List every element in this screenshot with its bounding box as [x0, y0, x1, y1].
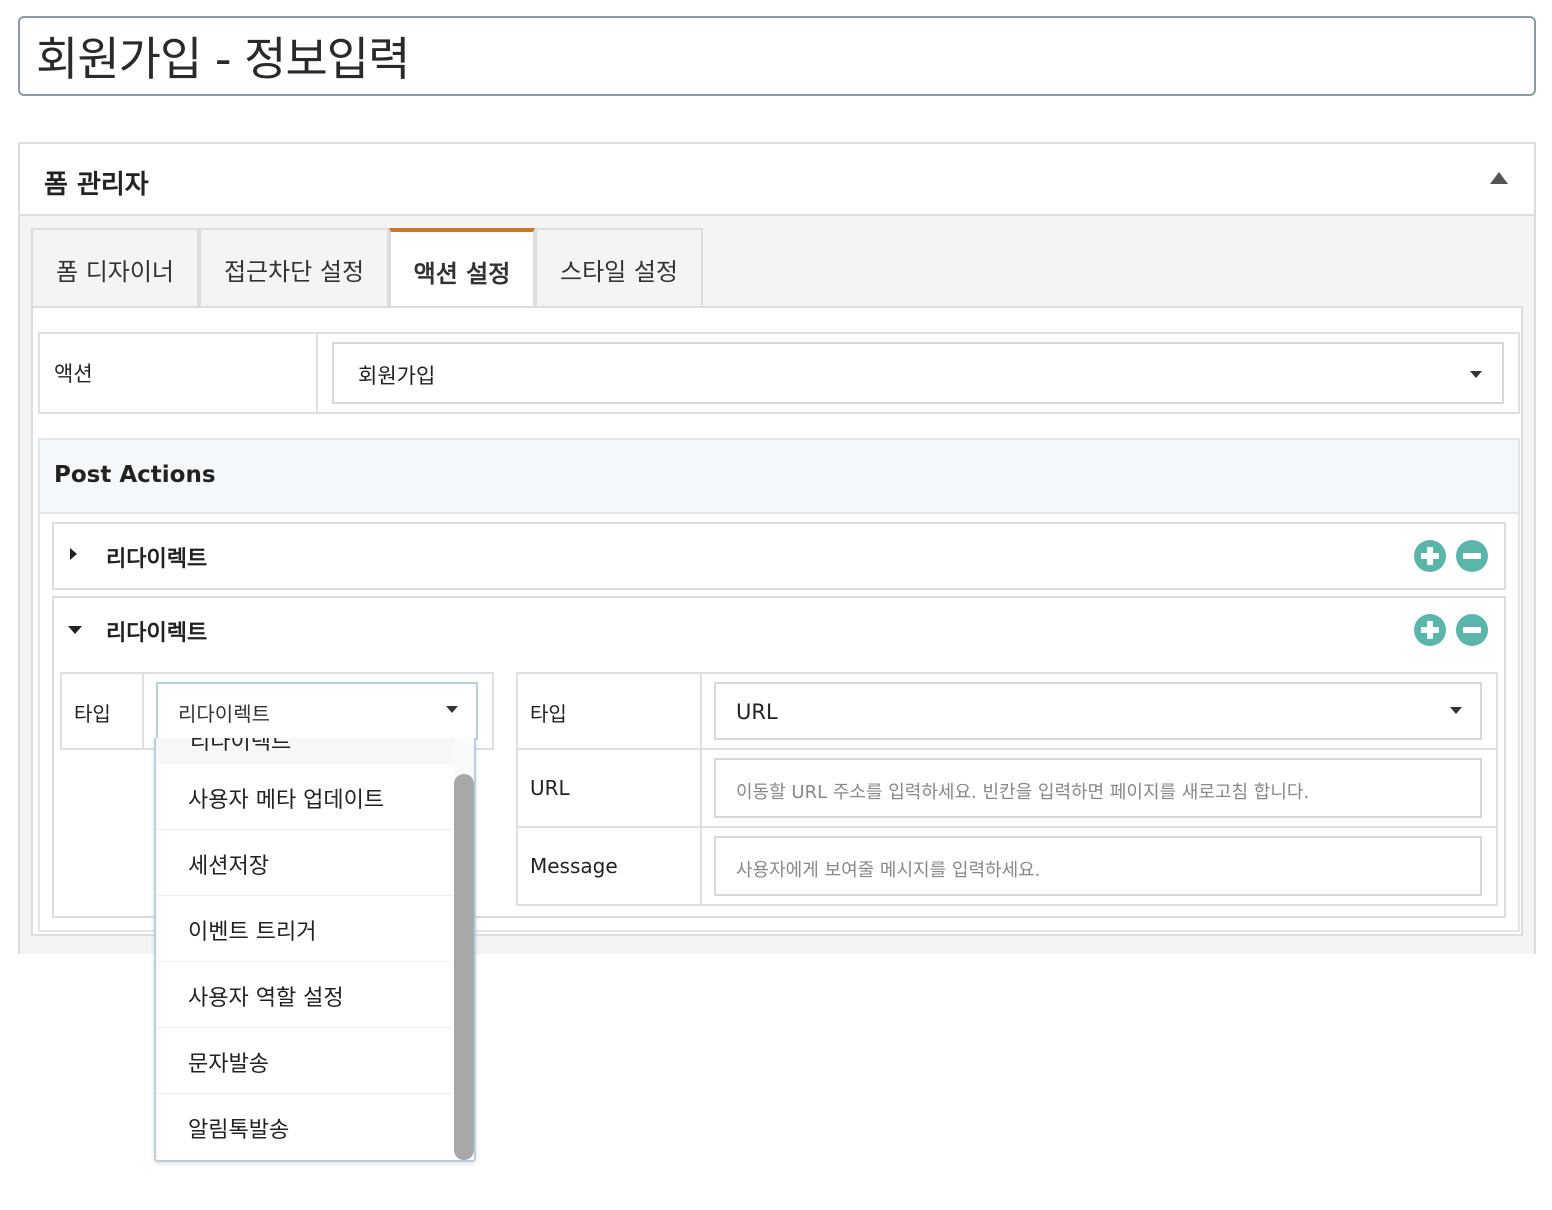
- redirect-type-row: 타입 URL: [518, 674, 1496, 750]
- remove-action-button[interactable]: [1456, 614, 1488, 646]
- post-actions-title: Post Actions: [54, 462, 216, 488]
- dropdown-option[interactable]: 세션저장: [156, 830, 452, 896]
- action-row: 액션 회원가입: [38, 332, 1520, 414]
- dropdown-option[interactable]: 문자발송: [156, 1028, 452, 1094]
- action-type-label: 타입: [74, 702, 111, 726]
- expand-caret-icon[interactable]: [70, 548, 77, 560]
- dropdown-option-partial[interactable]: 리다이렉트: [156, 738, 456, 764]
- dropdown-option[interactable]: 사용자 메타 업데이트: [156, 764, 452, 830]
- message-label: Message: [530, 854, 618, 878]
- dropdown-option-label: 문자발송: [188, 1052, 269, 1077]
- dropdown-option-label: 사용자 메타 업데이트: [188, 788, 385, 813]
- tab-form-designer[interactable]: 폼 디자이너: [31, 228, 199, 308]
- dropdown-scrollbar-thumb[interactable]: [454, 774, 474, 1160]
- redirect-message-row: Message 사용자에게 보여줄 메시지를 입력하세요.: [518, 828, 1496, 904]
- message-input[interactable]: 사용자에게 보여줄 메시지를 입력하세요.: [714, 836, 1482, 896]
- redirect-type-label: 타입: [530, 702, 567, 726]
- redirect-type-value: URL: [736, 700, 778, 724]
- message-placeholder: 사용자에게 보여줄 메시지를 입력하세요.: [736, 860, 1041, 881]
- remove-action-button[interactable]: [1456, 540, 1488, 572]
- redirect-type-select[interactable]: URL: [714, 682, 1482, 740]
- action-type-dropdown-list[interactable]: 리다이렉트 사용자 메타 업데이트 세션저장 이벤트 트리거 사용자 역할 설정…: [154, 738, 476, 1162]
- collapse-caret-icon[interactable]: [68, 626, 82, 634]
- add-action-button[interactable]: [1414, 540, 1446, 572]
- panel-header[interactable]: 폼 관리자: [20, 144, 1534, 216]
- label-cell: 타입: [518, 674, 702, 748]
- tab-access-block[interactable]: 접근차단 설정: [199, 228, 389, 308]
- caret-down-icon: [1450, 707, 1462, 714]
- page-title-box: 회원가입 - 정보입력: [18, 16, 1536, 96]
- action-select[interactable]: 회원가입: [332, 342, 1504, 404]
- dropdown-option-label: 세션저장: [188, 854, 269, 879]
- url-placeholder: 이동할 URL 주소를 입력하세요. 빈칸을 입력하면 페이지를 새로고침 합니…: [736, 782, 1310, 803]
- panel-title: 폼 관리자: [44, 170, 149, 200]
- caret-down-icon: [1470, 371, 1482, 378]
- action-type-label-cell: 타입: [62, 674, 144, 748]
- label-cell: Message: [518, 828, 702, 904]
- redirect-config-table: 타입 URL URL 이동할 URL 주소를 입력하세요. 빈칸을 입력하면 페…: [516, 672, 1498, 906]
- dropdown-option[interactable]: 사용자 역할 설정: [156, 962, 452, 1028]
- action-label-cell: 액션: [40, 334, 318, 412]
- post-action-item-collapsed: 리다이렉트: [52, 522, 1506, 590]
- collapse-triangle-icon[interactable]: [1490, 172, 1508, 184]
- add-action-button[interactable]: [1414, 614, 1446, 646]
- label-cell: URL: [518, 750, 702, 826]
- dropdown-option-label: 이벤트 트리거: [188, 920, 317, 945]
- action-type-select[interactable]: 리다이렉트: [156, 682, 478, 740]
- action-select-value: 회원가입: [358, 364, 436, 388]
- url-input[interactable]: 이동할 URL 주소를 입력하세요. 빈칸을 입력하면 페이지를 새로고침 합니…: [714, 758, 1482, 818]
- dropdown-option-label: 알림톡발송: [188, 1118, 290, 1143]
- dropdown-option[interactable]: 알림톡발송: [156, 1094, 452, 1160]
- tab-action-settings[interactable]: 액션 설정: [389, 228, 535, 310]
- dropdown-option-label: 사용자 역할 설정: [188, 986, 344, 1011]
- page-title: 회원가입 - 정보입력: [36, 32, 410, 86]
- action-type-select-value: 리다이렉트: [178, 702, 270, 726]
- post-action-item-title[interactable]: 리다이렉트: [106, 615, 207, 647]
- dropdown-option-label: 리다이렉트: [190, 738, 292, 755]
- post-actions-header: Post Actions: [38, 438, 1520, 514]
- post-action-item-title[interactable]: 리다이렉트: [106, 541, 207, 573]
- url-label: URL: [530, 776, 570, 800]
- redirect-url-row: URL 이동할 URL 주소를 입력하세요. 빈칸을 입력하면 페이지를 새로고…: [518, 750, 1496, 828]
- caret-down-icon: [446, 706, 458, 713]
- tab-style-settings[interactable]: 스타일 설정: [535, 228, 703, 308]
- dropdown-option[interactable]: 이벤트 트리거: [156, 896, 452, 962]
- action-label: 액션: [54, 362, 93, 386]
